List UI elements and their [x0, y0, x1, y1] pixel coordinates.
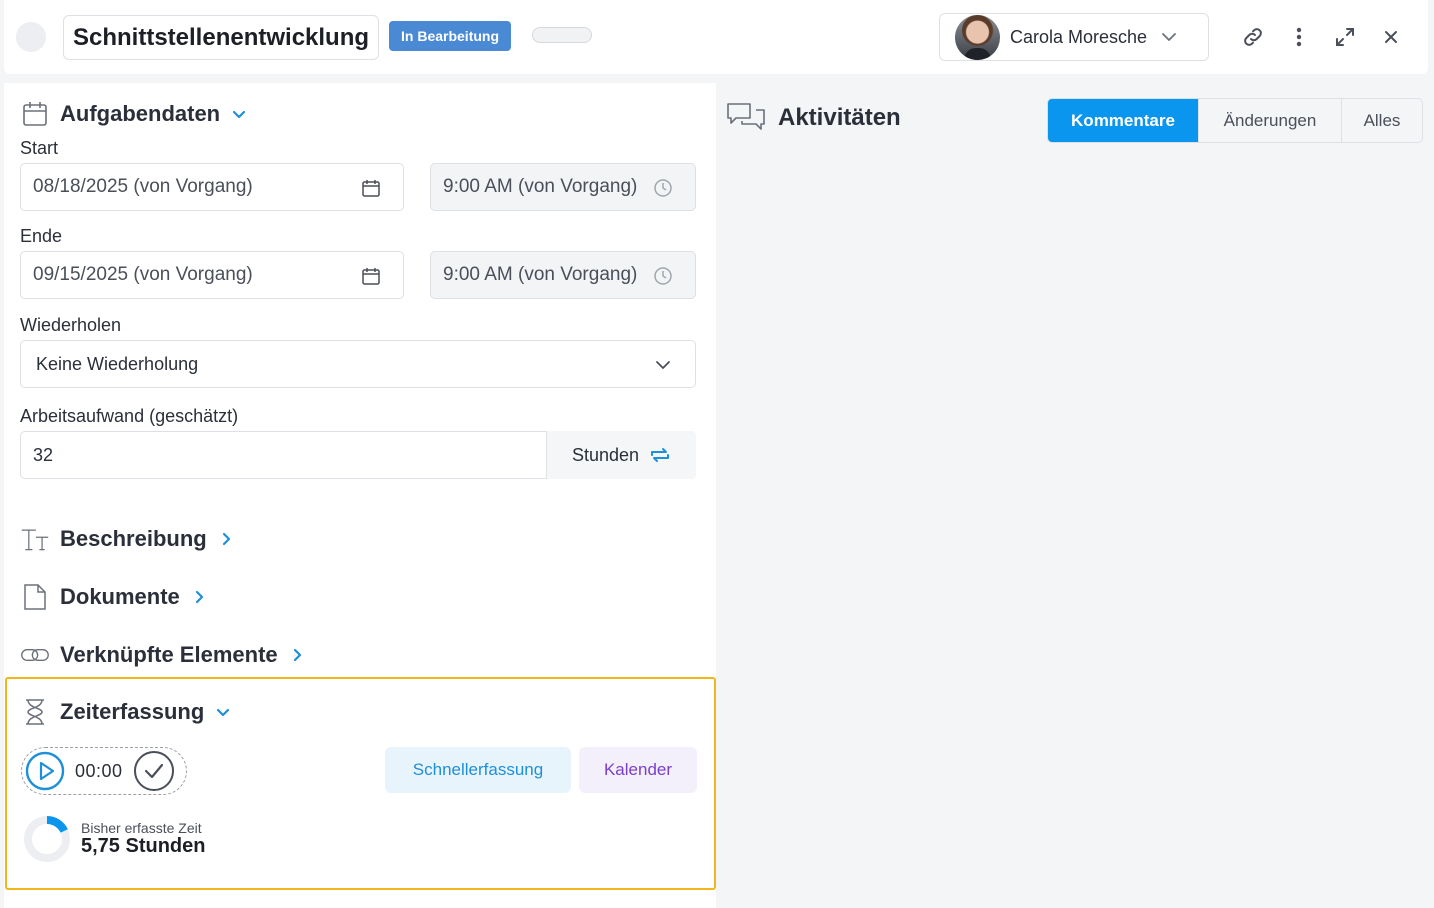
section-title-task-data: Aufgabendaten [60, 101, 221, 126]
quick-entry-button[interactable]: Schnellerfassung [385, 747, 571, 793]
swap-icon [651, 448, 670, 462]
section-title-documents: Dokumente [60, 584, 180, 609]
start-date-value: 08/18/2025 (von Vorgang) [33, 176, 253, 197]
clock-icon [654, 267, 672, 285]
end-time-value: 9:00 AM (von Vorgang) [443, 264, 638, 285]
activities-tabs: Kommentare Änderungen Alles [1047, 98, 1423, 143]
end-date-value: 09/15/2025 (von Vorgang) [33, 264, 253, 285]
time-tracking-section: Zeiterfassung 00:00 Schnellerfassung Kal… [5, 677, 716, 890]
time-spent-progress-ring [24, 816, 70, 862]
calendar-icon [20, 99, 50, 129]
empty-tag-pill[interactable] [532, 27, 592, 43]
effort-value: 32 [33, 444, 54, 465]
start-date-field[interactable]: 08/18/2025 (von Vorgang) [20, 163, 404, 211]
link-icon[interactable] [1238, 22, 1268, 52]
more-vertical-icon[interactable] [1284, 22, 1314, 52]
assignee-name: Carola Moresche [1010, 26, 1148, 47]
chevron-right-icon [222, 532, 230, 546]
chevron-right-icon [195, 590, 203, 604]
effort-unit-toggle[interactable]: Stunden [546, 431, 696, 479]
hourglass-icon [20, 697, 50, 727]
document-icon [20, 582, 50, 612]
chevron-right-icon [293, 648, 301, 662]
task-title[interactable]: Schnittstellenentwicklung [63, 15, 380, 60]
task-header: Schnittstellenentwicklung In Bearbeitung… [4, 0, 1428, 74]
repeat-label: Wiederholen [20, 315, 122, 335]
section-title-linked: Verknüpfte Elemente [60, 642, 278, 667]
section-description[interactable]: Beschreibung [20, 524, 235, 554]
effort-label: Arbeitsaufwand (geschätzt) [20, 406, 239, 426]
activities-title-text: Aktivitäten [778, 104, 901, 131]
avatar [955, 14, 1000, 60]
calendar-icon[interactable] [361, 178, 381, 198]
tab-all[interactable]: Alles [1341, 99, 1422, 142]
end-time-field: 9:00 AM (von Vorgang) [430, 251, 696, 299]
tab-changes[interactable]: Änderungen [1198, 99, 1341, 142]
repeat-select[interactable]: Keine Wiederholung [20, 340, 696, 388]
section-task-data[interactable]: Aufgabendaten [20, 99, 248, 129]
timer-widget: 00:00 [21, 747, 187, 795]
time-spent-summary: Bisher erfasste Zeit 5,75 Stunden [23, 815, 205, 863]
activities-panel: Aktivitäten Kommentare Änderungen Alles [718, 83, 1434, 908]
section-linked-elements[interactable]: Verknüpfte Elemente [20, 640, 306, 670]
chevron-down-icon [233, 110, 246, 119]
clock-icon [654, 179, 672, 197]
chevron-down-icon [656, 361, 670, 369]
section-documents[interactable]: Dokumente [20, 582, 208, 612]
activities-title: Aktivitäten [726, 101, 901, 135]
start-label: Start [20, 138, 59, 158]
calendar-button[interactable]: Kalender [579, 747, 697, 793]
text-format-icon [20, 524, 50, 554]
chevron-down-icon [1162, 33, 1176, 41]
effort-unit-label: Stunden [571, 444, 640, 465]
check-icon[interactable] [133, 750, 175, 792]
section-title-description: Beschreibung [60, 526, 207, 551]
expand-icon[interactable] [1330, 22, 1360, 52]
time-spent-value: 5,75 Stunden [81, 835, 206, 857]
section-title-time-tracking: Zeiterfassung [60, 699, 205, 724]
end-date-field[interactable]: 09/15/2025 (von Vorgang) [20, 251, 404, 299]
link-chain-icon [20, 640, 50, 670]
timer-value: 00:00 [75, 760, 123, 781]
assignee-selector[interactable]: Carola Moresche [939, 13, 1209, 61]
end-label: Ende [20, 226, 63, 246]
chevron-down-icon [217, 708, 230, 717]
close-icon[interactable] [1376, 22, 1406, 52]
start-time-value: 9:00 AM (von Vorgang) [443, 176, 638, 197]
task-details-panel: Aufgabendaten Start 08/18/2025 (von Vorg… [4, 83, 716, 908]
play-icon[interactable] [25, 751, 65, 791]
time-spent-label: Bisher erfasste Zeit [81, 820, 202, 836]
calendar-icon[interactable] [361, 266, 381, 286]
start-time-field: 9:00 AM (von Vorgang) [430, 163, 696, 211]
status-badge[interactable]: In Bearbeitung [389, 21, 512, 51]
repeat-value: Keine Wiederholung [36, 353, 199, 374]
task-complete-toggle[interactable] [16, 22, 46, 52]
chat-bubbles-icon [727, 103, 765, 130]
section-time-tracking[interactable]: Zeiterfassung [20, 697, 232, 727]
tab-comments[interactable]: Kommentare [1048, 99, 1198, 142]
